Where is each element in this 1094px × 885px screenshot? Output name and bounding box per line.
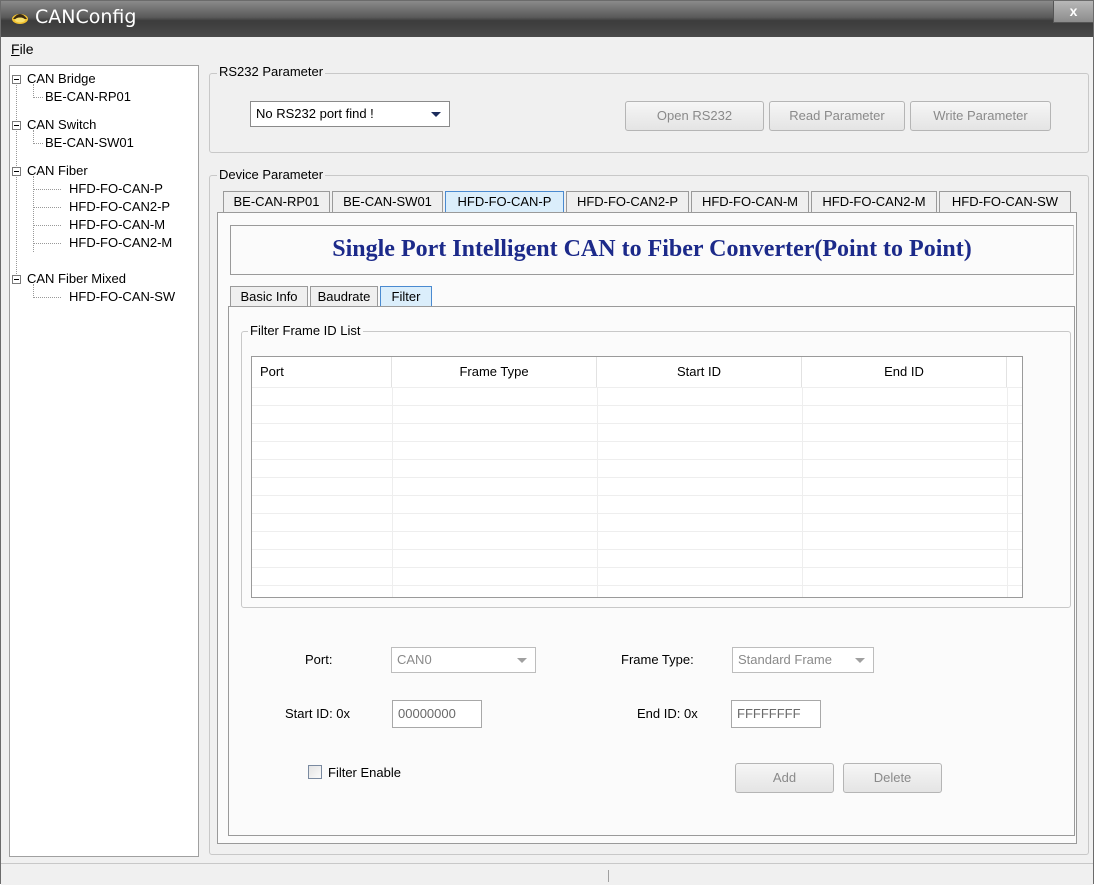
rs232-group-label: RS232 Parameter <box>217 64 326 79</box>
read-parameter-button[interactable]: Read Parameter <box>769 101 905 131</box>
rs232-port-select[interactable]: No RS232 port find ! <box>250 101 450 127</box>
status-separator <box>608 870 609 882</box>
start-id-label: Start ID: 0x <box>285 706 351 721</box>
device-parameter-group-label: Device Parameter <box>217 167 326 182</box>
end-id-label: End ID: 0x <box>637 706 698 721</box>
frame-type-select[interactable]: Standard Frame <box>732 647 874 673</box>
rs232-port-value: No RS232 port find ! <box>256 106 374 121</box>
tree-connector <box>33 176 34 252</box>
grid-column-line <box>802 387 803 597</box>
table-row <box>252 423 1022 424</box>
column-header-start-id[interactable]: Start ID <box>597 357 802 387</box>
table-row <box>252 477 1022 478</box>
close-button[interactable]: x <box>1053 1 1093 23</box>
table-row <box>252 585 1022 586</box>
table-row <box>252 405 1022 406</box>
tree-connector <box>33 225 61 226</box>
tree-collapse-icon[interactable] <box>12 75 21 84</box>
app-window: CANConfig x File CAN Bridge BE-CAN-RP01 … <box>0 0 1094 885</box>
dropdown-arrow-icon <box>855 658 865 663</box>
tree-group-can-fiber-mixed[interactable]: CAN Fiber Mixed <box>27 270 126 288</box>
menu-file[interactable]: File <box>11 41 34 57</box>
title-bar[interactable]: CANConfig x <box>1 1 1093 37</box>
tree-item-hfd-fo-can2-m[interactable]: HFD-FO-CAN2-M <box>69 234 172 252</box>
table-row <box>252 567 1022 568</box>
grid-column-line <box>1007 387 1008 597</box>
delete-button[interactable]: Delete <box>843 763 942 793</box>
tree-connector <box>33 189 61 190</box>
tree-item-be-can-rp01[interactable]: BE-CAN-RP01 <box>45 88 131 106</box>
port-label: Port: <box>305 652 333 667</box>
column-header-port[interactable]: Port <box>252 357 392 387</box>
tab-be-can-sw01[interactable]: BE-CAN-SW01 <box>332 191 443 212</box>
tab-hfd-fo-can2-m[interactable]: HFD-FO-CAN2-M <box>811 191 937 212</box>
table-row <box>252 387 1022 388</box>
table-row <box>252 549 1022 550</box>
tree-item-hfd-fo-can2-p[interactable]: HFD-FO-CAN2-P <box>69 198 170 216</box>
dropdown-arrow-icon <box>517 658 527 663</box>
column-header-end-id[interactable]: End ID <box>802 357 1007 387</box>
tree-collapse-icon[interactable] <box>12 121 21 130</box>
tree-connector <box>33 243 61 244</box>
tab-hfd-fo-can-p[interactable]: HFD-FO-CAN-P <box>445 191 564 212</box>
converter-header: Single Port Intelligent CAN to Fiber Con… <box>230 225 1074 275</box>
tree-collapse-icon[interactable] <box>12 275 21 284</box>
menu-file-label: ile <box>19 41 34 57</box>
tab-hfd-fo-can-m[interactable]: HFD-FO-CAN-M <box>691 191 809 212</box>
start-id-input[interactable]: 00000000 <box>392 700 482 728</box>
tree-connector <box>33 297 61 298</box>
grid-column-line <box>597 387 598 597</box>
column-header-frame-type[interactable]: Frame Type <box>392 357 597 387</box>
tree-item-hfd-fo-can-p[interactable]: HFD-FO-CAN-P <box>69 180 163 198</box>
menu-bar: File <box>1 37 1093 61</box>
tree-connector <box>16 80 17 274</box>
tree-item-hfd-fo-can-m[interactable]: HFD-FO-CAN-M <box>69 216 165 234</box>
add-button[interactable]: Add <box>735 763 834 793</box>
open-rs232-button[interactable]: Open RS232 <box>625 101 764 131</box>
tree-group-can-bridge[interactable]: CAN Bridge <box>27 70 96 88</box>
app-logo-icon <box>12 14 28 24</box>
tree-connector <box>33 207 61 208</box>
tree-item-hfd-fo-can-sw[interactable]: HFD-FO-CAN-SW <box>69 288 175 306</box>
table-row <box>252 513 1022 514</box>
filter-list-group-label: Filter Frame ID List <box>248 323 363 338</box>
write-parameter-button[interactable]: Write Parameter <box>910 101 1051 131</box>
tree-item-be-can-sw01[interactable]: BE-CAN-SW01 <box>45 134 134 152</box>
tab-hfd-fo-can-sw[interactable]: HFD-FO-CAN-SW <box>939 191 1071 212</box>
table-row <box>252 531 1022 532</box>
table-row <box>252 459 1022 460</box>
frame-type-label: Frame Type: <box>621 652 694 667</box>
end-id-input[interactable]: FFFFFFFF <box>731 700 821 728</box>
tab-hfd-fo-can2-p[interactable]: HFD-FO-CAN2-P <box>566 191 689 212</box>
table-row <box>252 495 1022 496</box>
tab-filter[interactable]: Filter <box>380 286 432 306</box>
tab-be-can-rp01[interactable]: BE-CAN-RP01 <box>223 191 330 212</box>
tree-group-can-switch[interactable]: CAN Switch <box>27 116 96 134</box>
grid-column-line <box>392 387 393 597</box>
status-bar <box>1 863 1093 885</box>
tree-connector <box>33 143 43 144</box>
dropdown-arrow-icon <box>431 112 441 117</box>
window-title: CANConfig <box>35 6 137 28</box>
device-tree[interactable]: CAN Bridge BE-CAN-RP01 CAN Switch BE-CAN… <box>9 65 199 857</box>
menu-file-accelerator: F <box>11 41 20 57</box>
tab-basic-info[interactable]: Basic Info <box>230 286 308 306</box>
converter-title: Single Port Intelligent CAN to Fiber Con… <box>332 236 972 262</box>
table-row <box>252 441 1022 442</box>
tab-baudrate[interactable]: Baudrate <box>310 286 378 306</box>
filter-enable-label[interactable]: Filter Enable <box>328 765 401 780</box>
tree-collapse-icon[interactable] <box>12 167 21 176</box>
filter-frame-table[interactable]: Port Frame Type Start ID End ID <box>251 356 1023 598</box>
port-select[interactable]: CAN0 <box>391 647 536 673</box>
tree-group-can-fiber[interactable]: CAN Fiber <box>27 162 88 180</box>
frame-type-value: Standard Frame <box>738 652 832 667</box>
port-select-value: CAN0 <box>397 652 432 667</box>
tree-connector <box>33 97 43 98</box>
filter-enable-checkbox[interactable] <box>308 765 322 779</box>
